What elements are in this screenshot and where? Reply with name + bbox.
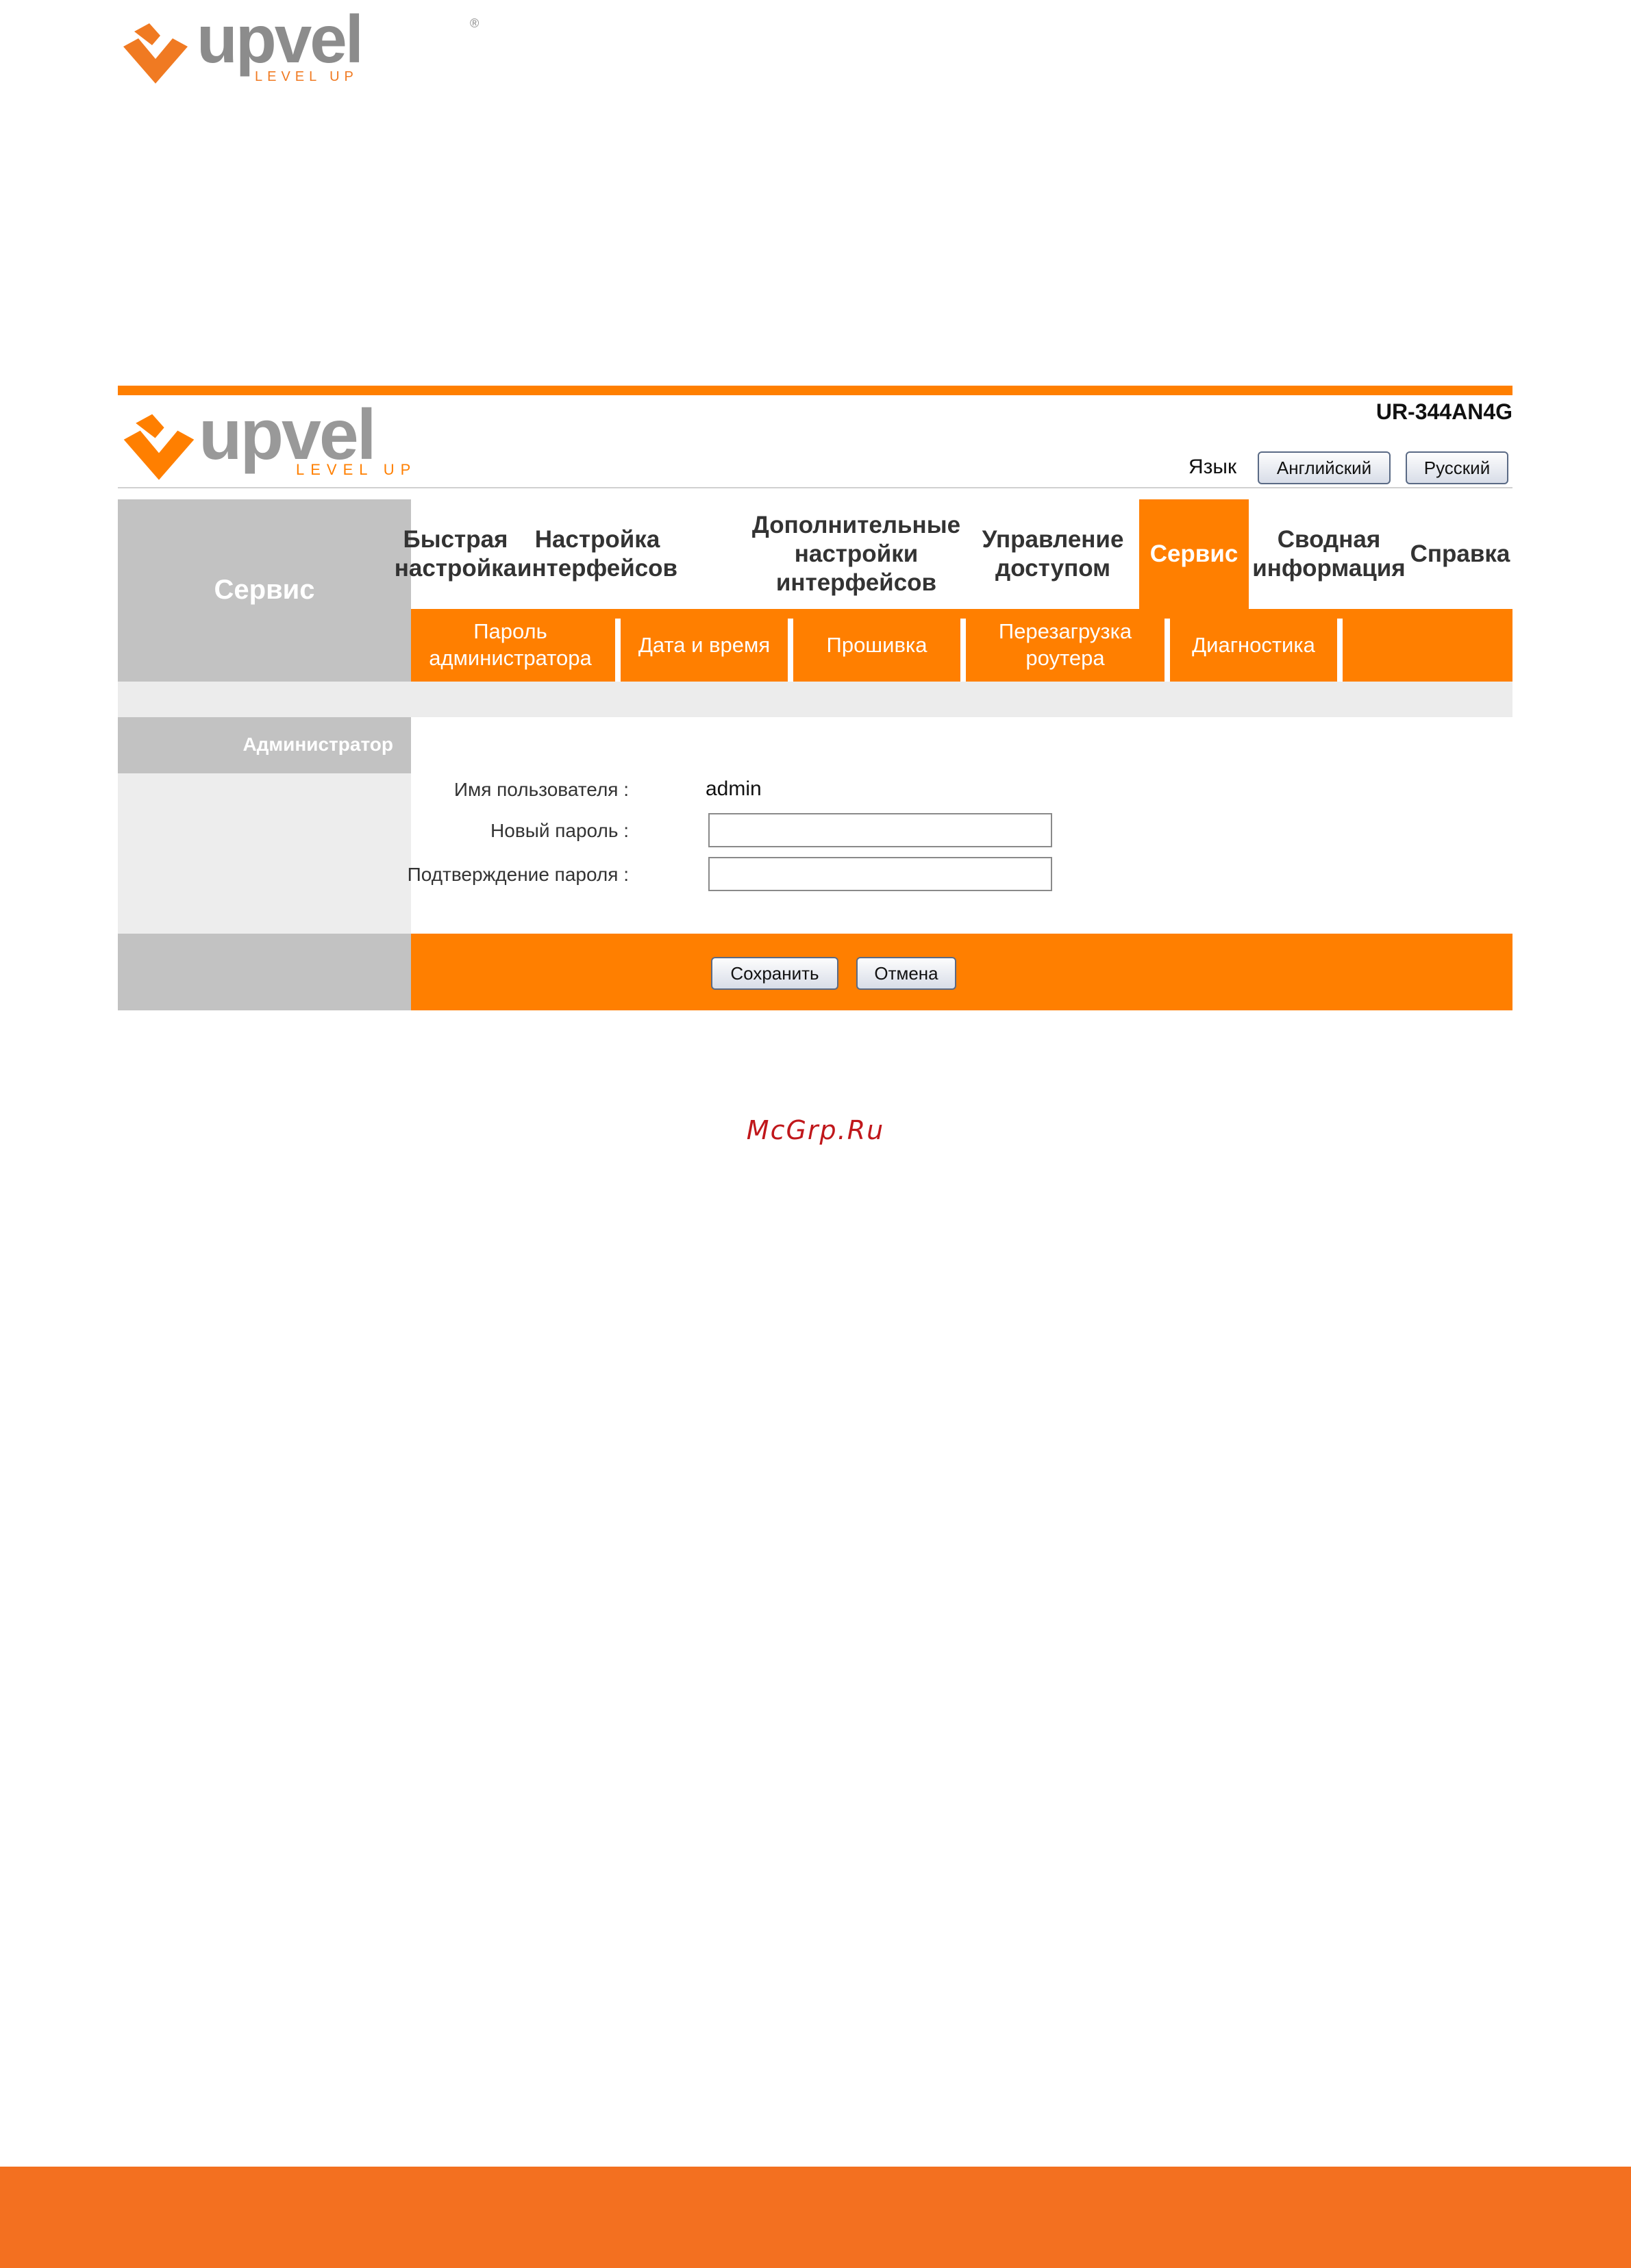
- language-russian-button[interactable]: Русский: [1406, 451, 1508, 484]
- save-button[interactable]: Сохранить: [711, 957, 838, 990]
- subnav-divider: [615, 619, 621, 682]
- page-logo-tagline: LEVEL UP: [255, 69, 358, 84]
- tab-advanced-setup[interactable]: Дополнительные настройки интерфейсов: [747, 499, 966, 609]
- footer-left-panel: [118, 934, 411, 1010]
- username-value: admin: [706, 777, 762, 800]
- subtab-admin-password[interactable]: Пароль администратора: [411, 609, 610, 682]
- page-footer-bar: [0, 2167, 1631, 2268]
- router-logo: upvel LEVEL UP: [118, 395, 419, 480]
- language-english-button[interactable]: Английский: [1258, 451, 1391, 484]
- tab-status[interactable]: Сводная информация: [1252, 499, 1406, 609]
- subnav-divider: [788, 619, 793, 682]
- section-title: Сервис: [214, 575, 315, 605]
- cancel-button[interactable]: Отмена: [856, 957, 956, 990]
- watermark: McGrp.Ru: [746, 1115, 885, 1145]
- page-logo-wordmark: upvel: [197, 1, 364, 77]
- subtab-reboot-router[interactable]: Перезагрузка роутера: [966, 609, 1165, 682]
- subnav-divider: [1165, 619, 1170, 682]
- router-ui: upvel LEVEL UP UR-344AN4G Язык Английски…: [118, 386, 1512, 1010]
- section-title-panel: Сервис: [118, 499, 411, 682]
- content-spacer-strip: [118, 682, 1512, 717]
- confirm-password-field[interactable]: [708, 857, 1052, 891]
- subnav-divider: [1337, 619, 1343, 682]
- header-divider: [118, 487, 1512, 488]
- new-password-field[interactable]: [708, 813, 1052, 847]
- tab-help[interactable]: Справка: [1408, 499, 1512, 609]
- tab-access-management[interactable]: Управление доступом: [974, 499, 1132, 609]
- page-logo: upvel ® LEVEL UP: [118, 5, 479, 86]
- tab-quick-setup[interactable]: Быстрая настройка: [395, 499, 516, 609]
- top-accent-bar: [118, 386, 1512, 395]
- admin-section-label: Администратор: [242, 734, 393, 755]
- tab-interface-setup[interactable]: Настройка интерфейсов: [517, 499, 677, 609]
- subnav-divider: [960, 619, 966, 682]
- tab-service[interactable]: Сервис: [1139, 499, 1249, 609]
- upvel-chevron-icon: [123, 23, 188, 84]
- page-logo-registered: ®: [470, 16, 480, 30]
- upvel-chevron-icon: [123, 414, 195, 480]
- subtab-firmware[interactable]: Прошивка: [793, 609, 960, 682]
- confirm-password-label: Подтверждение пароля :: [407, 864, 629, 885]
- router-logo-tagline: LEVEL UP: [296, 461, 417, 478]
- new-password-label: Новый пароль :: [490, 820, 629, 841]
- subtab-date-time[interactable]: Дата и время: [621, 609, 788, 682]
- model-name: UR-344AN4G: [1375, 399, 1512, 424]
- left-panel: [118, 773, 411, 938]
- router-logo-wordmark: upvel: [199, 395, 377, 475]
- language-label: Язык: [1188, 456, 1237, 478]
- action-bar: [411, 934, 1512, 1010]
- username-label: Имя пользователя :: [453, 779, 629, 800]
- admin-section-label-panel: Администратор: [118, 717, 411, 773]
- subtab-diagnostics[interactable]: Диагностика: [1170, 609, 1337, 682]
